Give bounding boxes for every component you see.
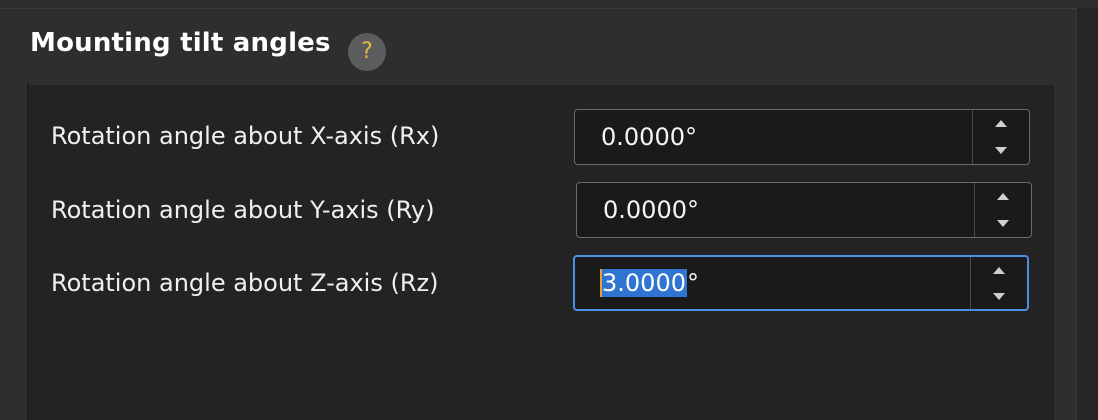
- rz-value-selection: 3.0000: [600, 269, 687, 297]
- ry-label: Rotation angle about Y-axis (Ry): [51, 196, 435, 224]
- arrow-down-icon: [993, 292, 1005, 300]
- rx-label: Rotation angle about X-axis (Rx): [51, 122, 440, 150]
- ry-value[interactable]: 0.0000°: [603, 183, 699, 237]
- arrow-up-icon: [995, 120, 1007, 127]
- rz-value-unit: °: [686, 269, 699, 297]
- rx-decrement-button[interactable]: [973, 137, 1029, 164]
- rz-increment-button[interactable]: [971, 257, 1027, 283]
- help-icon[interactable]: ?: [348, 33, 386, 71]
- rx-spinbox[interactable]: 0.0000°: [574, 109, 1030, 165]
- rz-decrement-button[interactable]: [971, 283, 1027, 309]
- arrow-up-icon: [997, 193, 1009, 200]
- rz-spinbox[interactable]: 3.0000 °: [573, 255, 1029, 311]
- arrow-down-icon: [997, 220, 1009, 227]
- rx-value[interactable]: 0.0000°: [601, 110, 697, 164]
- arrow-up-icon: [993, 266, 1005, 274]
- left-gutter: [0, 83, 27, 420]
- ry-increment-button[interactable]: [975, 183, 1031, 210]
- rx-increment-button[interactable]: [973, 110, 1029, 137]
- rz-label: Rotation angle about Z-axis (Rz): [51, 269, 439, 297]
- section-title: Mounting tilt angles: [30, 28, 331, 58]
- ry-decrement-button[interactable]: [975, 210, 1031, 237]
- ry-spinbox[interactable]: 0.0000°: [576, 182, 1032, 238]
- rz-value[interactable]: 3.0000 °: [600, 257, 699, 309]
- right-scroll-rail: [1076, 8, 1098, 420]
- arrow-down-icon: [995, 147, 1007, 154]
